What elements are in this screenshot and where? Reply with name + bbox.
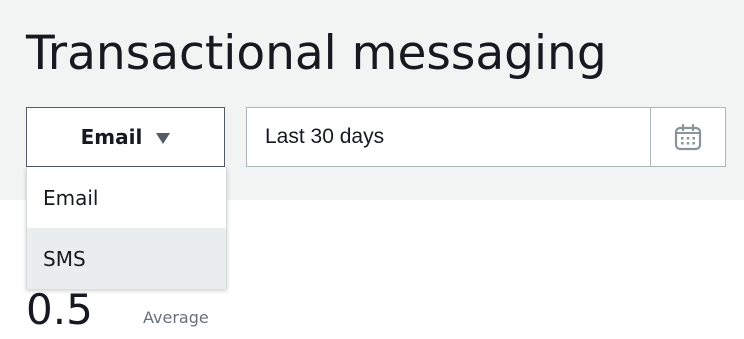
caret-down-icon bbox=[156, 132, 171, 144]
option-email[interactable]: Email bbox=[27, 167, 226, 228]
channel-dropdown-menu: Email SMS bbox=[26, 167, 227, 289]
calendar-icon bbox=[674, 123, 702, 151]
metric-label: Average bbox=[143, 308, 209, 327]
page-title: Transactional messaging bbox=[26, 26, 607, 81]
date-range-input[interactable] bbox=[247, 108, 650, 166]
option-sms[interactable]: SMS bbox=[27, 228, 226, 289]
channel-select-label: Email bbox=[80, 125, 143, 149]
date-range-field[interactable] bbox=[246, 107, 726, 167]
channel-select[interactable]: Email bbox=[26, 107, 225, 167]
metric-value: 0.5 bbox=[26, 285, 93, 334]
calendar-button[interactable] bbox=[650, 108, 725, 166]
